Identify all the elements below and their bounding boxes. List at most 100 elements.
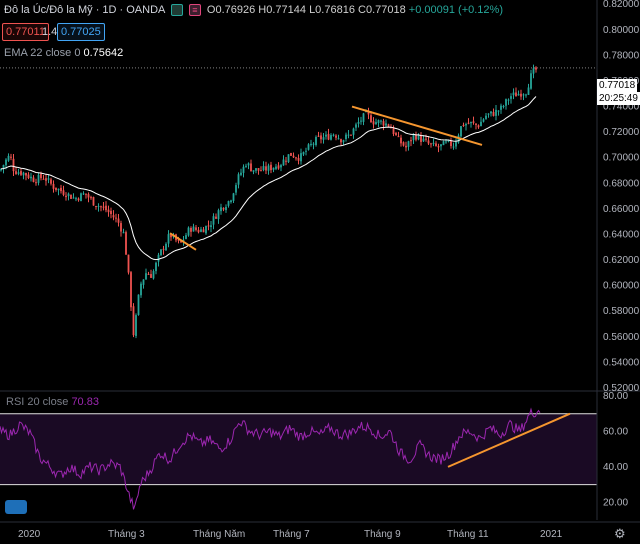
ohlc-open: O0.76926 bbox=[206, 4, 256, 16]
market-open-icon bbox=[170, 4, 183, 17]
time-axis-tick: 2020 bbox=[18, 529, 41, 540]
chart-header: Đô la Úc/Đô la Mỹ · 1D · OANDA ≡ O0.7692… bbox=[4, 4, 503, 17]
candle-body bbox=[37, 174, 40, 183]
countdown-tag: 20:25:49 bbox=[597, 92, 640, 105]
candle-body bbox=[100, 206, 102, 208]
rsi-axis-tick: 80.00 bbox=[603, 391, 628, 402]
candle-body bbox=[470, 121, 472, 124]
candle-body bbox=[210, 225, 212, 228]
candle-body bbox=[147, 273, 150, 275]
rsi-axis-tick: 40.00 bbox=[603, 462, 628, 473]
candle-body bbox=[520, 93, 522, 97]
candle-body bbox=[142, 279, 145, 285]
candle-body bbox=[102, 206, 105, 208]
ema-legend[interactable]: EMA 22 close 0 0.75642 bbox=[4, 47, 123, 59]
menu-icon[interactable]: ≡ bbox=[188, 4, 201, 17]
price-axis-tick: 0.56000 bbox=[603, 332, 640, 343]
candle-body bbox=[240, 172, 242, 175]
candle-body bbox=[530, 73, 532, 89]
candle-body bbox=[12, 158, 15, 172]
candle-body bbox=[232, 193, 235, 201]
candle-body bbox=[290, 152, 292, 156]
ohlc-close: C0.77018 bbox=[358, 4, 406, 16]
price-axis-tick: 0.68000 bbox=[603, 178, 640, 189]
gear-icon[interactable]: ⚙ bbox=[614, 526, 626, 542]
candle-body bbox=[127, 254, 130, 273]
candle-body bbox=[45, 178, 47, 181]
candle-body bbox=[105, 205, 107, 211]
candle-body bbox=[225, 206, 227, 211]
price-axis-tick: 0.54000 bbox=[603, 357, 640, 368]
candle-body bbox=[165, 243, 167, 251]
candle-body bbox=[27, 174, 30, 178]
price-axis-tick: 0.82000 bbox=[603, 0, 640, 10]
candle-body bbox=[252, 170, 255, 172]
candle-body bbox=[7, 155, 10, 161]
candle-body bbox=[475, 123, 477, 125]
candle-body bbox=[512, 92, 515, 96]
rsi-pane[interactable] bbox=[0, 407, 597, 510]
candle-body bbox=[412, 134, 415, 141]
candle-body bbox=[115, 217, 117, 219]
price-axis-tick: 0.58000 bbox=[603, 306, 640, 317]
chart-canvas[interactable]: 0.820000.800000.780000.760000.740000.720… bbox=[0, 0, 640, 544]
candle-body bbox=[492, 111, 495, 116]
candle-body bbox=[140, 283, 142, 296]
candle-body bbox=[112, 215, 115, 218]
candle-body bbox=[357, 122, 360, 124]
buy-price-button[interactable]: 0.77025 bbox=[57, 23, 105, 41]
candle-body bbox=[432, 142, 435, 144]
price-axis-tick: 0.80000 bbox=[603, 25, 640, 36]
candle-body bbox=[385, 123, 387, 126]
candle-body bbox=[407, 141, 410, 147]
candle-body bbox=[242, 166, 245, 173]
candle-body bbox=[380, 120, 382, 122]
rsi-axis-tick: 20.00 bbox=[603, 497, 628, 508]
candle-body bbox=[237, 174, 240, 185]
price-pane[interactable] bbox=[0, 64, 597, 339]
candle-body bbox=[395, 133, 397, 136]
candle-body bbox=[500, 105, 502, 110]
candle-body bbox=[445, 141, 447, 143]
candle-body bbox=[477, 125, 480, 128]
candle-body bbox=[202, 229, 205, 233]
candle-body bbox=[20, 171, 22, 175]
candle-body bbox=[305, 150, 307, 152]
candle-body bbox=[207, 225, 210, 227]
candle-body bbox=[47, 178, 50, 180]
tradingview-logo-icon[interactable] bbox=[5, 500, 27, 514]
candle-body bbox=[330, 135, 332, 140]
candle-body bbox=[362, 113, 365, 122]
candle-body bbox=[382, 121, 385, 126]
candle-body bbox=[40, 173, 42, 179]
candle-body bbox=[372, 121, 375, 125]
candle-body bbox=[97, 206, 100, 208]
price-axis-tick: 0.72000 bbox=[603, 127, 640, 138]
candle-body bbox=[300, 153, 302, 162]
candle-body bbox=[327, 133, 330, 140]
ema-legend-value: 0.75642 bbox=[83, 47, 124, 59]
symbol-title[interactable]: Đô la Úc/Đô la Mỹ · 1D · OANDA bbox=[4, 4, 165, 16]
candle-body bbox=[30, 176, 32, 179]
candle-body bbox=[135, 315, 137, 336]
candle-body bbox=[230, 200, 232, 202]
candle-body bbox=[257, 168, 260, 171]
rsi-legend[interactable]: RSI 20 close 70.83 bbox=[6, 396, 99, 408]
candle-body bbox=[347, 134, 350, 136]
candle-body bbox=[80, 193, 82, 202]
candle-body bbox=[322, 137, 325, 140]
candle-body bbox=[377, 120, 380, 124]
candle-body bbox=[245, 165, 247, 167]
candle-body bbox=[302, 152, 305, 155]
candle-body bbox=[285, 160, 287, 162]
candle-body bbox=[282, 159, 285, 166]
candle-body bbox=[260, 170, 262, 172]
candle-body bbox=[125, 232, 127, 255]
candle-body bbox=[130, 272, 132, 308]
ohlc-high: H0.77144 bbox=[258, 4, 306, 16]
candle-body bbox=[350, 134, 352, 136]
candle-body bbox=[405, 145, 407, 148]
candle-body bbox=[340, 139, 342, 143]
candle-body bbox=[192, 226, 195, 232]
candle-body bbox=[292, 155, 295, 158]
